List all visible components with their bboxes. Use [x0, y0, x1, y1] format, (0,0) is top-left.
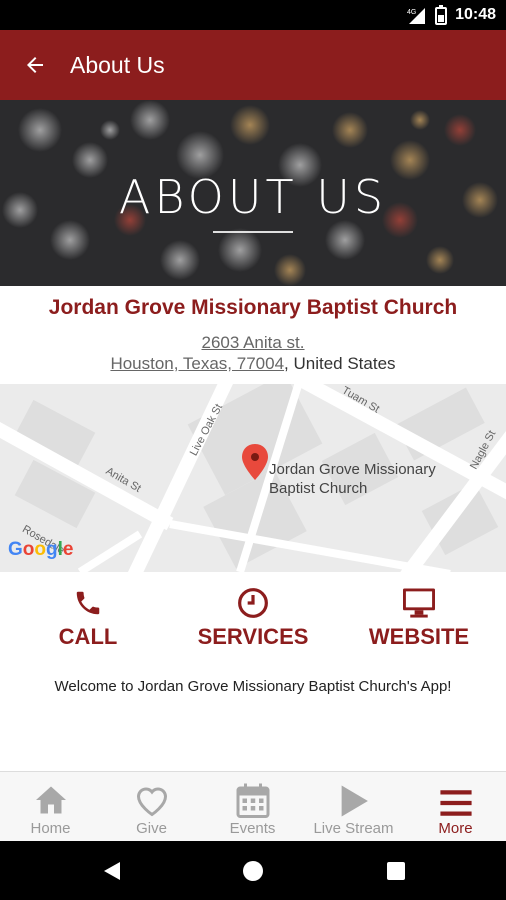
page-title: About Us: [70, 51, 165, 78]
monitor-icon: [403, 588, 435, 618]
circle-home-icon: [243, 860, 263, 881]
church-address: 2603 Anita st. Houston, Texas, 77004, Un…: [0, 332, 506, 374]
battery-icon: [435, 5, 448, 25]
square-recents-icon: [387, 861, 405, 880]
phone-icon: [76, 591, 100, 615]
triangle-back-icon: [104, 861, 120, 880]
nav-live-stream[interactable]: Live Stream: [303, 772, 404, 842]
hero-banner: ABOUT US: [0, 100, 506, 286]
svg-text:4G: 4G: [407, 9, 416, 16]
church-name: Jordan Grove Missionary Baptist Church: [48, 296, 458, 319]
map-view[interactable]: Jordan Grove Missionary Baptist Church T…: [0, 384, 506, 572]
home-icon: [35, 786, 66, 814]
clock-icon: [238, 588, 268, 618]
heart-icon: [136, 787, 167, 817]
welcome-text: Welcome to Jordan Grove Missionary Bapti…: [54, 678, 452, 695]
system-home-button[interactable]: [223, 841, 283, 900]
hero-divider: [213, 231, 293, 233]
services-button[interactable]: SERVICES: [168, 586, 338, 650]
nav-home[interactable]: Home: [0, 772, 101, 842]
nav-more[interactable]: More: [405, 772, 506, 842]
nav-events[interactable]: Events: [202, 772, 303, 842]
menu-icon: [439, 790, 472, 816]
arrow-left-icon: [27, 57, 43, 73]
website-button[interactable]: WEBSITE: [334, 586, 504, 650]
hero-title: ABOUT US: [118, 170, 388, 224]
system-back-button[interactable]: [82, 841, 142, 900]
google-logo: Google: [8, 539, 74, 560]
address-country: , United States: [284, 354, 396, 373]
system-navigation: [0, 841, 506, 900]
signal-icon: 4G: [407, 8, 426, 24]
app-bar: About Us: [0, 30, 506, 100]
address-line1-link[interactable]: 2603 Anita st.: [201, 333, 304, 352]
play-icon: [341, 785, 368, 817]
address-line2-link[interactable]: Houston, Texas, 77004: [110, 354, 284, 373]
nav-give[interactable]: Give: [101, 772, 202, 842]
action-row: CALL SERVICES WEBSITE: [0, 586, 506, 658]
status-bar: 4G 10:48: [0, 0, 506, 30]
bottom-nav: Home Give Events Live Stream More: [0, 771, 506, 841]
calendar-icon: [236, 783, 269, 818]
call-button[interactable]: CALL: [3, 586, 173, 650]
back-button[interactable]: [18, 48, 52, 82]
status-time: 10:48: [455, 6, 496, 23]
map-marker-label: Jordan Grove Missionary Baptist Church: [269, 461, 436, 497]
system-recents-button[interactable]: [366, 841, 426, 900]
